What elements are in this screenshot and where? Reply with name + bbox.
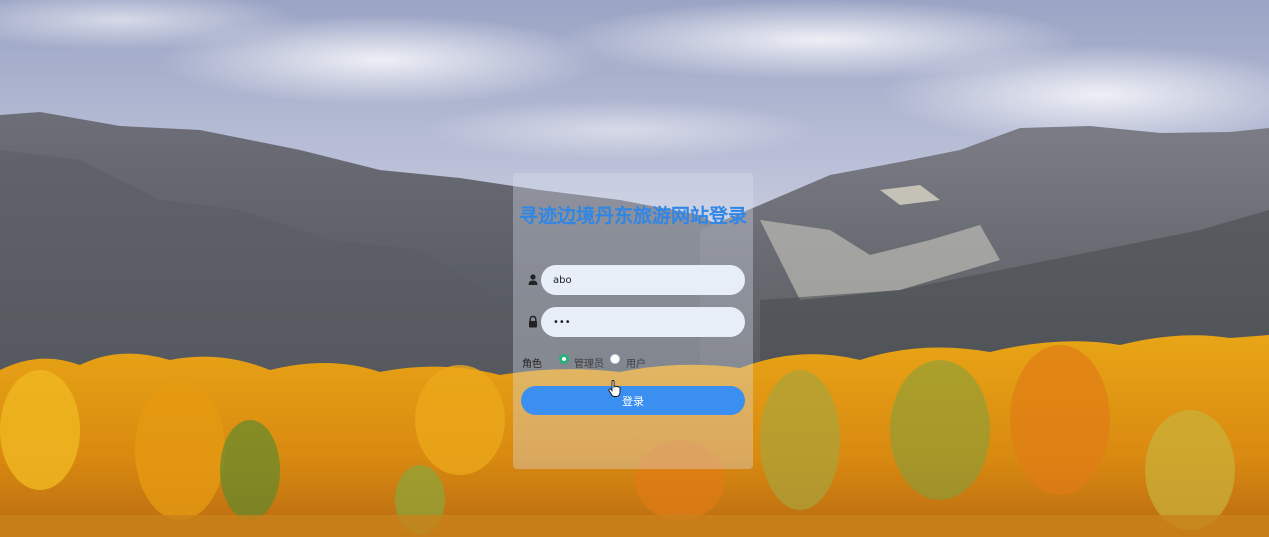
login-button[interactable]: 登录 [521, 386, 745, 415]
username-input[interactable] [541, 265, 745, 295]
hand-pointer-icon [608, 380, 621, 397]
role-selector: 角色 管理员 用户 [522, 353, 744, 370]
password-input[interactable] [541, 307, 745, 337]
role-user-label[interactable]: 用户 [626, 355, 646, 370]
login-page: 寻迹边境丹东旅游网站登录 角色 管理员 用户 登录 [0, 0, 1269, 537]
role-admin-radio[interactable] [559, 354, 569, 364]
login-form: 寻迹边境丹东旅游网站登录 角色 管理员 用户 登录 [513, 173, 753, 469]
role-user-radio[interactable] [610, 354, 620, 364]
user-icon [528, 274, 538, 285]
role-label: 角色 [522, 359, 542, 370]
role-admin-label[interactable]: 管理员 [574, 355, 604, 370]
login-title: 寻迹边境丹东旅游网站登录 [518, 205, 747, 227]
password-row [525, 307, 747, 337]
lock-icon [529, 315, 537, 328]
username-row [525, 265, 747, 295]
